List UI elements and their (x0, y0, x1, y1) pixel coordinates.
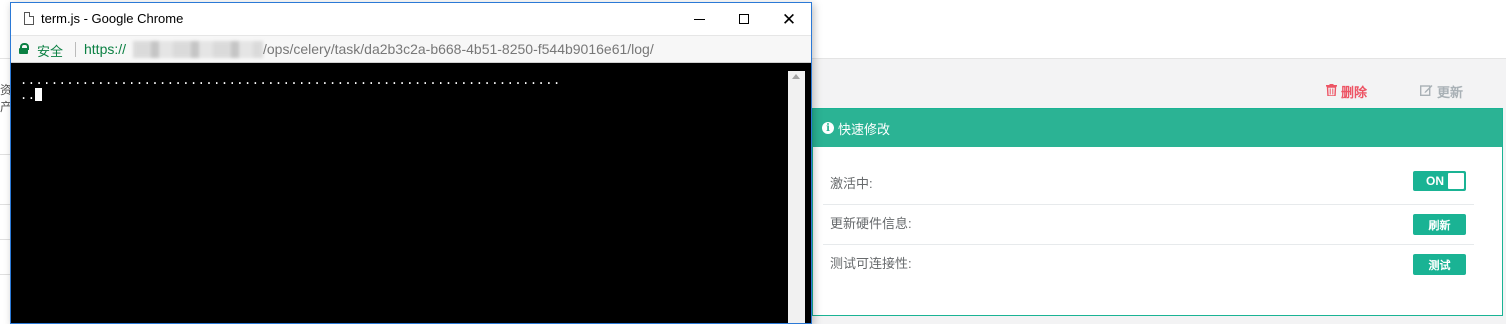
window-title: term.js - Google Chrome (41, 11, 184, 26)
address-separator (75, 42, 76, 57)
url-scheme: https:// (84, 41, 127, 57)
divider (0, 204, 10, 205)
page-icon (24, 12, 34, 25)
info-icon: i (822, 122, 834, 134)
terminal-text: .. (20, 88, 36, 102)
terminal-output[interactable]: ........................................… (11, 63, 788, 323)
trash-icon (1326, 84, 1337, 99)
delete-button[interactable]: 删除 (1326, 82, 1367, 101)
delete-label: 删除 (1341, 85, 1368, 100)
row-update-hardware: 更新硬件信息: 刷新 (823, 205, 1474, 245)
minimize-icon (693, 18, 705, 20)
row-active: 激活中: ON (823, 165, 1474, 205)
address-bar[interactable]: 安全 https:// /ops/celery/task/da2b3c2a-b6… (11, 35, 811, 63)
terminal-line-cursor: .. (20, 88, 43, 102)
url-path: /ops/celery/task/da2b3c2a-b668-4b51-8250… (263, 41, 654, 57)
row-label: 激活中: (830, 176, 873, 191)
panel-header: i 快速修改 (813, 109, 1502, 147)
chrome-popup-window: term.js - Google Chrome ✕ 安全 https:// /o… (10, 2, 812, 324)
terminal-line: ........................................… (20, 73, 561, 87)
row-label: 测试可连接性: (830, 256, 912, 271)
update-label: 更新 (1437, 85, 1464, 100)
active-toggle[interactable]: ON (1413, 171, 1466, 191)
close-icon: ✕ (781, 9, 797, 29)
panel-rows: 激活中: ON 更新硬件信息: 刷新 测试可连接性: 测试 (823, 165, 1474, 284)
divider (0, 274, 10, 275)
panel-title: 快速修改 (838, 121, 891, 137)
scroll-up-icon[interactable] (792, 74, 800, 79)
edit-icon (1419, 84, 1433, 99)
quick-edit-panel: i 快速修改 激活中: ON 更新硬件信息: 刷新 测试可连接性: 测试 (812, 108, 1503, 316)
toggle-state: ON (1426, 174, 1444, 188)
lock-icon (19, 43, 29, 54)
row-label: 更新硬件信息: (830, 216, 912, 231)
close-button[interactable]: ✕ (766, 3, 811, 35)
terminal-scrollbar[interactable] (788, 71, 805, 323)
toggle-knob (1448, 173, 1464, 189)
redacted-host (133, 41, 263, 58)
test-button[interactable]: 测试 (1413, 254, 1466, 275)
divider (0, 239, 10, 240)
maximize-button[interactable] (721, 3, 767, 35)
window-titlebar[interactable]: term.js - Google Chrome ✕ (11, 3, 811, 35)
secure-label: 安全 (37, 44, 64, 59)
refresh-button[interactable]: 刷新 (1413, 214, 1466, 235)
divider (0, 154, 10, 155)
minimize-button[interactable] (676, 3, 722, 35)
terminal-cursor (35, 88, 43, 101)
update-button[interactable]: 更新 (1419, 82, 1464, 101)
row-test-connectivity: 测试可连接性: 测试 (823, 245, 1474, 284)
maximize-icon (739, 14, 749, 24)
